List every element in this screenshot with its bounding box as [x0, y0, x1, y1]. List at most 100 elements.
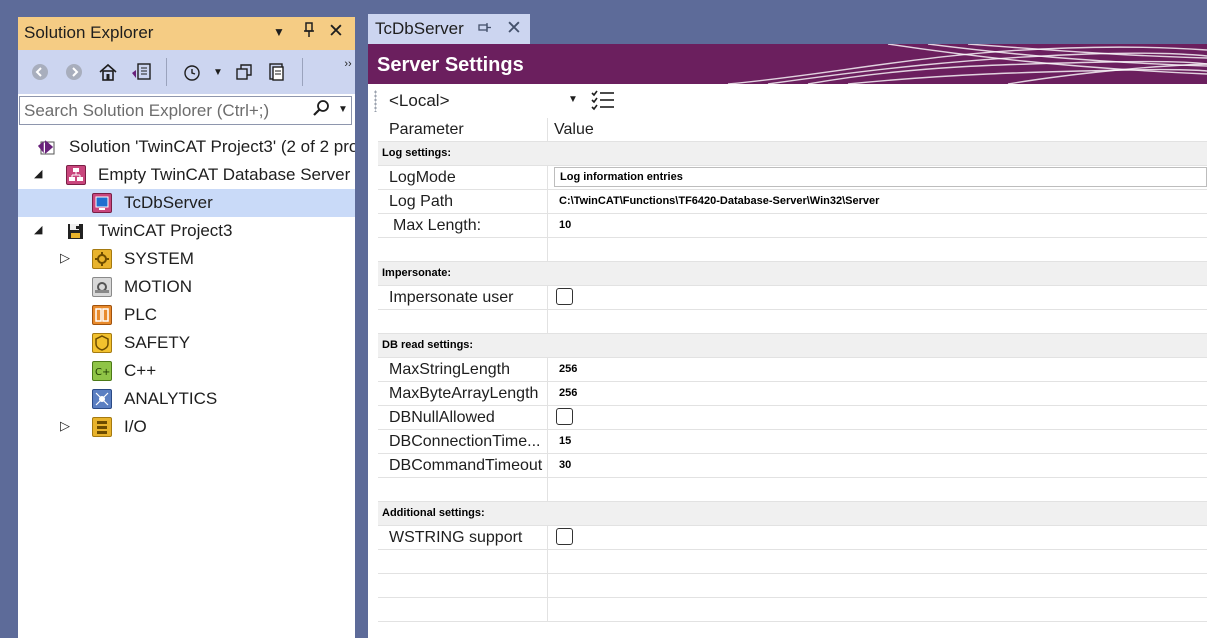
server-settings-editor: Server Settings <Local> ▼ Parameter Valu… — [368, 44, 1207, 638]
log-path-field[interactable]: C:\TwinCAT\Functions\TF6420-Database-Ser… — [559, 190, 879, 213]
tree-item-solution[interactable]: Solution 'TwinCAT Project3' (2 of 2 proj… — [18, 133, 355, 161]
blank-cell — [378, 310, 548, 333]
collapsed-arrow-icon[interactable]: ▷ — [60, 250, 70, 266]
tree-item-label: SAFETY — [124, 333, 191, 352]
target-system-combo[interactable]: <Local> ▼ — [382, 89, 582, 113]
tree-item-label: SYSTEM — [124, 249, 194, 268]
setting-row-maxbytearraylength: MaxByteArrayLength 256 — [378, 382, 1207, 406]
back-icon[interactable] — [28, 60, 52, 84]
blank-row — [378, 238, 1207, 262]
setting-name: Max Length: — [378, 214, 548, 237]
tree-item-database-server-project[interactable]: ◢ Empty TwinCAT Database Server — [18, 161, 355, 189]
safety-icon — [92, 333, 112, 353]
pin-icon[interactable] — [303, 22, 315, 42]
filter-dropdown-icon[interactable]: ▼ — [206, 60, 230, 84]
tree-item-analytics[interactable]: ANALYTICS — [18, 385, 355, 413]
database-server-project-icon — [66, 165, 86, 185]
collapse-all-icon[interactable] — [232, 60, 256, 84]
pending-changes-filter-icon[interactable] — [180, 60, 204, 84]
setting-name: LogMode — [378, 166, 548, 189]
blank-cell — [378, 550, 548, 573]
setting-name: DBConnectionTime... — [378, 430, 548, 453]
home-icon[interactable] — [96, 60, 120, 84]
tree-item-system[interactable]: ▷ SYSTEM — [18, 245, 355, 273]
tree-item-plc[interactable]: PLC — [18, 301, 355, 329]
section-title: DB read settings: — [382, 339, 474, 351]
section-additional-settings: Additional settings: — [378, 502, 1207, 526]
solution-explorer-search[interactable]: ▼ — [19, 96, 352, 125]
motion-icon — [92, 277, 112, 297]
dbnullallowed-checkbox[interactable] — [556, 408, 573, 425]
dbcommandtimeout-field[interactable]: 30 — [559, 454, 571, 477]
blank-cell — [378, 598, 548, 621]
solution-explorer-panel: Solution Explorer ▼ ✕ ▼ ›› Search Soluti… — [18, 17, 355, 638]
tab-tcdbserver[interactable]: TcDbServer ✕ — [368, 14, 530, 44]
grid-header-row: Parameter Value — [378, 118, 1207, 142]
search-input[interactable] — [24, 100, 304, 121]
max-length-field[interactable]: 10 — [559, 214, 571, 237]
forward-icon[interactable] — [62, 60, 86, 84]
analytics-icon — [92, 389, 112, 409]
twincat-project-icon — [66, 221, 86, 241]
toolbar-grip[interactable] — [374, 90, 377, 112]
maxbytearraylength-field[interactable]: 256 — [559, 382, 577, 405]
blank-cell — [378, 478, 548, 501]
setting-name: Log Path — [378, 190, 548, 213]
dbconnectiontimeout-field[interactable]: 15 — [559, 430, 571, 453]
setting-row-logmode: LogMode Log information entries — [378, 166, 1207, 190]
search-icon[interactable] — [312, 99, 330, 122]
tree-item-label: ANALYTICS — [124, 389, 218, 408]
blank-row — [378, 310, 1207, 334]
setting-row-log-path: Log Path C:\TwinCAT\Functions\TF6420-Dat… — [378, 190, 1207, 214]
setting-row-maxstringlength: MaxStringLength 256 — [378, 358, 1207, 382]
setting-row-dbcommandtimeout: DBCommandTimeout 30 — [378, 454, 1207, 478]
blank-row — [378, 574, 1207, 598]
target-system-value: <Local> — [389, 91, 450, 110]
pin-tab-icon[interactable] — [478, 22, 492, 37]
db-server-icon — [92, 193, 112, 213]
switch-views-icon[interactable] — [130, 60, 154, 84]
setting-name: DBCommandTimeout — [378, 454, 548, 477]
overflow-chevron-icon[interactable]: ›› — [336, 52, 355, 76]
expanded-arrow-icon[interactable]: ◢ — [34, 167, 42, 180]
tree-item-io[interactable]: ▷ I/O — [18, 413, 355, 441]
collapsed-arrow-icon[interactable]: ▷ — [60, 418, 70, 434]
section-db-read-settings: DB read settings: — [378, 334, 1207, 358]
chevron-down-icon[interactable]: ▼ — [568, 94, 578, 105]
tree-item-tcdbserver[interactable]: TcDbServer — [18, 189, 355, 217]
close-tab-icon[interactable]: ✕ — [506, 17, 522, 40]
tree-item-twincat-project[interactable]: ◢ TwinCAT Project3 — [18, 217, 355, 245]
header-title: Server Settings — [377, 54, 524, 76]
tree-item-safety[interactable]: SAFETY — [18, 329, 355, 357]
search-options-dropdown-icon[interactable]: ▼ — [338, 104, 348, 115]
tree-item-label: TwinCAT Project3 — [98, 221, 233, 240]
column-header-parameter: Parameter — [378, 118, 548, 141]
close-icon[interactable]: ✕ — [328, 20, 344, 43]
blank-cell — [378, 574, 548, 597]
window-position-dropdown-icon[interactable]: ▼ — [273, 25, 285, 39]
choose-target-list-icon[interactable] — [590, 87, 618, 115]
setting-row-impersonate-user: Impersonate user — [378, 286, 1207, 310]
logmode-combo[interactable]: Log information entries — [554, 167, 1207, 187]
tree-item-cpp[interactable]: C+ C++ — [18, 357, 355, 385]
io-icon — [92, 417, 112, 437]
tree-item-label: C++ — [124, 361, 157, 380]
solution-icon — [37, 137, 58, 157]
maxstringlength-field[interactable]: 256 — [559, 358, 577, 381]
wstring-support-checkbox[interactable] — [556, 528, 573, 545]
section-impersonate: Impersonate: — [378, 262, 1207, 286]
setting-row-dbnullallowed: DBNullAllowed — [378, 406, 1207, 430]
system-icon — [92, 249, 112, 269]
setting-name: MaxByteArrayLength — [378, 382, 548, 405]
blank-row — [378, 598, 1207, 622]
solution-explorer-title-bar: Solution Explorer ▼ ✕ — [18, 17, 355, 50]
svg-text:C+: C+ — [95, 367, 110, 378]
section-log-settings: Log settings: — [378, 142, 1207, 166]
server-settings-header: Server Settings — [368, 44, 1207, 84]
expanded-arrow-icon[interactable]: ◢ — [34, 223, 42, 236]
section-title: Log settings: — [382, 147, 452, 159]
tree-item-label: TcDbServer — [124, 193, 213, 212]
impersonate-user-checkbox[interactable] — [556, 288, 573, 305]
tree-item-motion[interactable]: MOTION — [18, 273, 355, 301]
show-all-files-icon[interactable] — [264, 60, 288, 84]
